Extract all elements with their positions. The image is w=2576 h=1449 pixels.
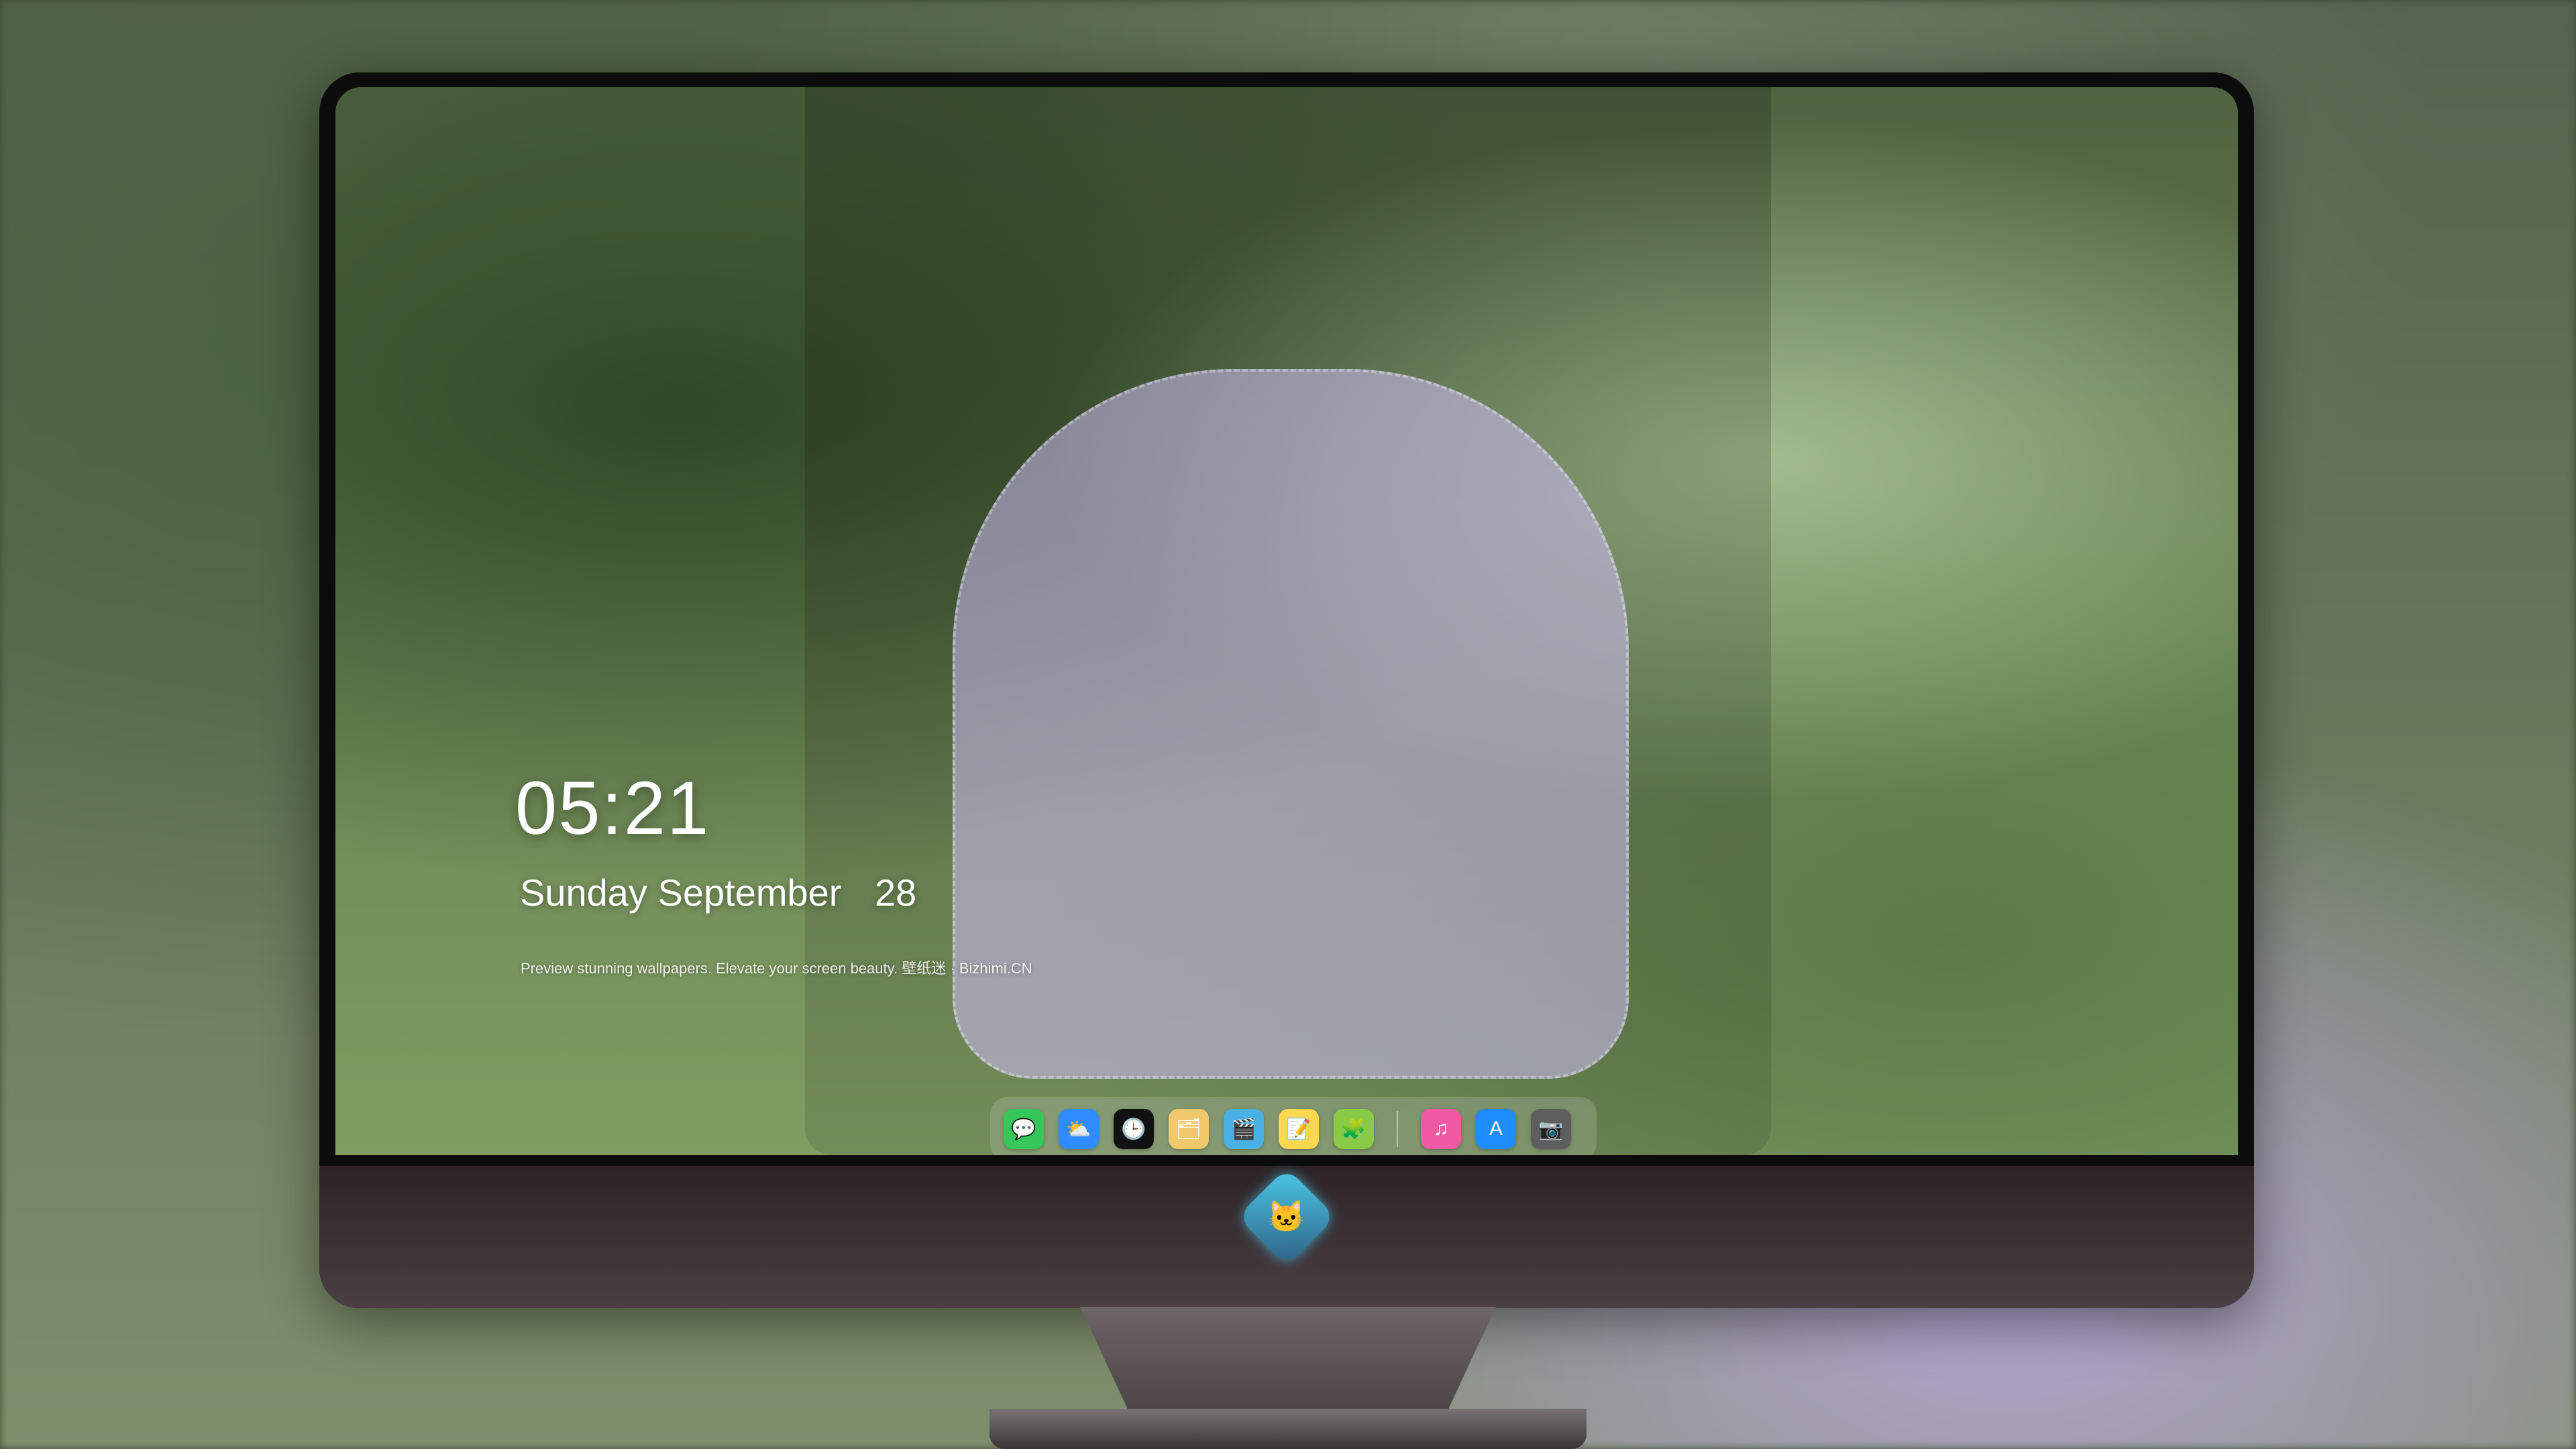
monitor-stand-base: [989, 1409, 1587, 1449]
dock: 💬 ⛅ 🕒 🗂 🎬 📝 🧩 ♫ A 📷: [990, 1097, 1597, 1155]
cat-mascot-icon: 🐱: [1237, 1167, 1336, 1267]
lockscreen-date: Sunday September 28: [520, 871, 916, 914]
monitor-stand-neck: [1080, 1307, 1496, 1414]
lockscreen-tagline: Preview stunning wallpapers. Elevate you…: [521, 960, 1032, 977]
camera-icon[interactable]: 📷: [1531, 1109, 1571, 1149]
lockscreen-date-label: Sunday September: [520, 871, 842, 914]
photo-booth-icon[interactable]: 🧩: [1334, 1109, 1374, 1149]
clips-icon[interactable]: 🎬: [1224, 1109, 1264, 1149]
messages-icon[interactable]: 💬: [1004, 1109, 1044, 1149]
desktop-screen: 05:21 Sunday September 28 Preview stunni…: [335, 87, 2238, 1155]
notes-icon[interactable]: 📝: [1279, 1109, 1319, 1149]
clock-icon[interactable]: 🕒: [1114, 1109, 1154, 1149]
monitor-chin: 🐱: [319, 1166, 2254, 1308]
dock-separator: [1397, 1111, 1398, 1147]
lockscreen-time: 05:21: [515, 766, 710, 850]
imac-monitor: 05:21 Sunday September 28 Preview stunni…: [319, 72, 2254, 1308]
music-icon[interactable]: ♫: [1421, 1109, 1461, 1149]
wallpaper-figure-placeholder: [805, 87, 1771, 1155]
lockscreen-date-day: 28: [874, 871, 917, 914]
app-store-icon[interactable]: A: [1476, 1109, 1516, 1149]
preview-icon[interactable]: 🗂: [1169, 1109, 1209, 1149]
weather-icon[interactable]: ⛅: [1059, 1109, 1099, 1149]
